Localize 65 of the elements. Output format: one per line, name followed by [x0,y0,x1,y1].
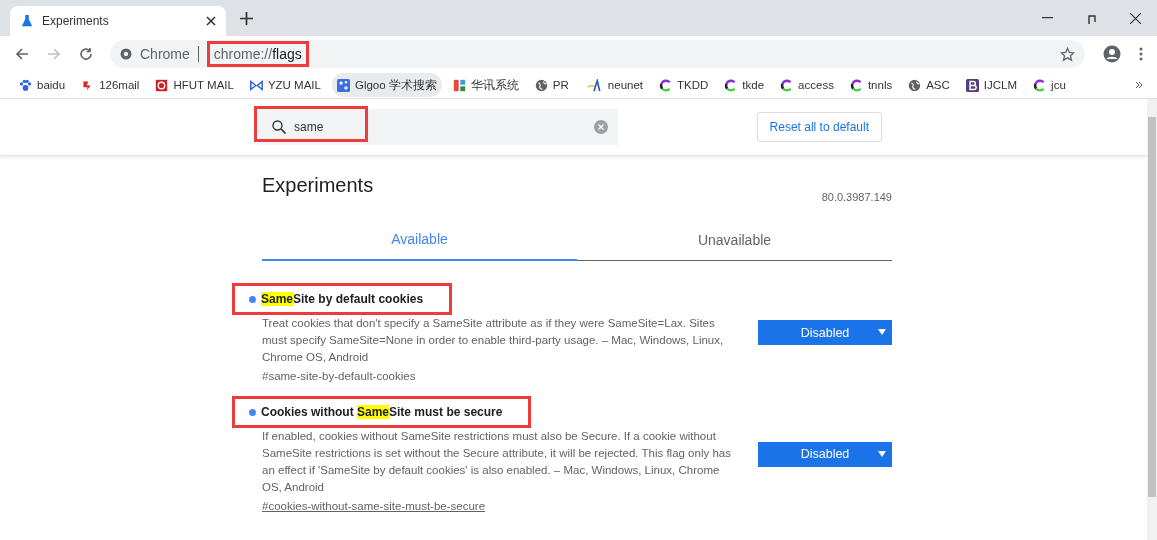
tab[interactable]: Available [262,219,577,261]
bowtie-icon [249,78,263,92]
reset-button[interactable]: Reset all to default [756,112,882,142]
tab-title: Experiments [42,14,110,28]
star-icon[interactable] [1060,46,1075,62]
ring-icon [780,78,794,92]
chevron-icon[interactable] [1135,81,1143,89]
bars-icon [452,78,466,92]
tab[interactable]: Unavailable [577,219,892,261]
ring-icon [849,78,863,92]
bookmark[interactable]: PR [529,73,574,97]
bookmark[interactable]: neunet [579,73,649,97]
restore-icon [1085,12,1097,24]
chrome-logo-icon [120,48,132,60]
caret-icon [878,329,886,335]
bookmark[interactable]: tnnls [844,73,898,97]
flask-icon [20,14,34,28]
bookmark[interactable]: jcu [1028,73,1071,97]
account-icon[interactable] [1103,45,1121,63]
scrollbar-thumb[interactable] [1148,117,1156,497]
globe-icon [534,78,548,92]
paw-icon [19,78,32,92]
address-bar[interactable]: Chrome chrome://flags [110,40,1085,68]
browser-tab[interactable]: Experiments [10,6,226,36]
search-icon [272,120,286,134]
bookmark[interactable]: HFUT MAIL [150,73,239,97]
menu-icon[interactable] [1139,47,1143,61]
at-sign-icon [155,78,169,92]
url-text: chrome://flags [206,41,309,67]
close-icon [1129,12,1141,24]
caret-icon [878,450,886,457]
reload-icon [79,47,93,61]
flag-description: If enabled, cookies without SameSite restrictions must also be Secure. If a cookie without SameSite restrictions is set without the Secure attribute, it will be rejected. This flag only has an effect if 'SameSite by default cookies' is also enabled. – Mac, Windows, Linux, Chrome OS, Android [262,429,732,495]
plus-icon [239,11,253,25]
minimize-icon [1041,17,1053,19]
bookmark[interactable]: IJCLM [960,73,1023,97]
flag-link[interactable]: #same-site-by-default-cookies [262,370,738,382]
ring-icon [1033,78,1047,92]
bookmark[interactable]: 华讯系统 [447,73,524,97]
bookmark[interactable]: access [775,73,839,97]
page-heading: Experiments [262,174,374,197]
dot-icon [249,295,256,303]
site-label: Chrome [140,46,190,62]
version-text: 80.0.3987.149 [821,191,892,203]
setting-dropdown[interactable]: Disabled [758,320,892,345]
setting-dropdown[interactable]: Disabled [758,441,892,467]
bookmark[interactable]: TKDD [654,73,714,97]
bookmark[interactable]: YZU MAIL [244,73,326,97]
bookmark[interactable]: Glgoo 学术搜索 [331,73,442,97]
bookmark[interactable]: ASC [903,73,955,97]
ring-icon [659,78,673,92]
ring-icon [724,78,738,92]
flag-description: Treat cookies that don't specify a SameSite attribute as if they were SameSite=Lax. Sites must specify SameSite=None in order to enable third-party usage. – Mac, Windows, Linux, Chrome OS, Android [262,316,725,365]
square-letter-icon [965,78,979,92]
dot-icon [249,408,256,416]
bookmark[interactable]: baidu [14,73,71,97]
flag-link[interactable]: #cookies-without-same-site-must-be-secure [262,500,738,512]
close-icon[interactable] [206,16,216,26]
bookmark[interactable]: 126mail [76,73,145,97]
globe-icon [908,78,922,92]
forward-arrow-icon [47,47,61,61]
swoosh-icon [584,78,603,92]
network-icon [336,78,350,92]
bookmark[interactable]: tkde [719,73,770,97]
back-arrow-icon [15,47,29,61]
